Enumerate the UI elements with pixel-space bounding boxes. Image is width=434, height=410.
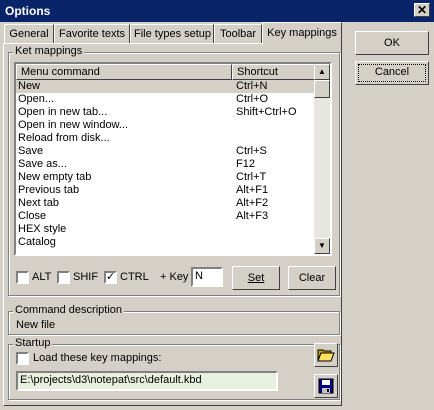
list-item[interactable]: Save as... F12 (16, 158, 316, 171)
set-button-label: Set (247, 272, 265, 284)
shortcut-cell: Ctrl+T (236, 171, 267, 183)
list-item[interactable]: Save Ctrl+S (16, 145, 316, 158)
column-header-shortcut[interactable]: Shortcut (232, 64, 316, 80)
list-item[interactable]: HEX style (16, 223, 316, 236)
mappings-file-path-field[interactable]: E:\projects\d3\notepat\src\default.kbd (16, 371, 278, 391)
floppy-disk-icon (318, 378, 334, 394)
command-cell: Reload from disk... (18, 132, 110, 144)
list-item[interactable]: Reload from disk... (16, 132, 316, 145)
list-item[interactable]: Previous tab Alt+F1 (16, 184, 316, 197)
shortcut-cell: Alt+F1 (236, 184, 269, 196)
open-file-button[interactable] (314, 343, 338, 367)
set-button[interactable]: Set (232, 266, 280, 290)
list-item[interactable]: Close Alt+F3 (16, 210, 316, 223)
tab-file-types-setup[interactable]: File types setup (130, 24, 214, 44)
command-cell: Open... (18, 93, 55, 105)
list-item[interactable]: New empty tab Ctrl+T (16, 171, 316, 184)
shortcut-cell: Alt+F2 (236, 197, 269, 209)
scroll-thumb[interactable] (314, 80, 330, 98)
alt-label: ALT (32, 271, 52, 283)
command-description-text: New file (16, 319, 56, 331)
clear-button[interactable]: Clear (288, 266, 336, 290)
shift-checkbox[interactable] (57, 271, 70, 284)
shortcut-cell: F12 (236, 158, 255, 170)
command-cell: Open in new tab... (18, 106, 108, 118)
folder-open-icon (317, 349, 335, 362)
ok-button[interactable]: OK (355, 31, 429, 55)
scroll-down-button[interactable]: ▼ (314, 238, 330, 254)
alt-checkbox[interactable] (16, 271, 29, 284)
window-title: Options (5, 4, 51, 18)
key-mappings-list[interactable]: Menu command Shortcut New Ctrl+N Open... C… (14, 62, 332, 256)
list-item[interactable]: Open... Ctrl+O (16, 93, 316, 106)
shortcut-cell: Ctrl+O (236, 93, 269, 105)
startup-group-label: Startup (13, 337, 53, 349)
command-cell: Catalog (18, 236, 56, 248)
list-item[interactable]: Open in new tab... Shift+Ctrl+O (16, 106, 316, 119)
shift-label: SHIF (73, 271, 99, 283)
scroll-up-button[interactable]: ▲ (314, 64, 330, 80)
command-cell: Save (18, 145, 44, 157)
cancel-button[interactable]: Cancel (355, 61, 429, 85)
list-header: Menu command Shortcut (16, 64, 316, 80)
shortcut-cell: Ctrl+S (236, 145, 267, 157)
list-scrollbar[interactable]: ▲ ▼ (314, 64, 330, 254)
close-button[interactable]: ✕ (414, 3, 430, 17)
list-item[interactable]: Open in new window... (16, 119, 316, 132)
title-bar: Options ✕ (0, 0, 434, 22)
shortcut-cell: Shift+Ctrl+O (236, 106, 297, 118)
command-cell: New empty tab (18, 171, 92, 183)
list-item[interactable]: Catalog (16, 236, 316, 249)
save-mappings-button[interactable] (314, 374, 338, 398)
load-mappings-checkbox[interactable] (16, 352, 29, 365)
load-mappings-label: Load these key mappings: (33, 352, 162, 364)
tab-key-mappings[interactable]: Key mappings (262, 22, 342, 45)
ctrl-label: CTRL (120, 271, 149, 283)
tab-general[interactable]: General (4, 24, 54, 44)
list-item[interactable]: New Ctrl+N (16, 80, 316, 93)
key-mappings-group-label: Ket mappings (13, 45, 85, 57)
column-header-menu-command[interactable]: Menu command (16, 64, 232, 80)
ctrl-checkbox[interactable]: ✓ (104, 271, 117, 284)
command-cell: Next tab (18, 197, 59, 209)
command-cell: Open in new window... (18, 119, 129, 131)
command-cell: New (18, 80, 41, 92)
command-cell: Save as... (18, 158, 67, 170)
shortcut-cell: Alt+F3 (236, 210, 269, 222)
command-cell: Previous tab (18, 184, 80, 196)
key-input[interactable]: N (191, 267, 223, 287)
command-cell: Close (18, 210, 47, 222)
tab-favorite-texts[interactable]: Favorite texts (54, 24, 130, 44)
list-item[interactable]: Next tab Alt+F2 (16, 197, 316, 210)
tab-toolbar[interactable]: Toolbar (214, 24, 262, 44)
shortcut-cell: Ctrl+N (236, 80, 268, 92)
command-cell: HEX style (18, 223, 67, 235)
key-label: + Key (160, 271, 189, 283)
command-description-label: Command description (13, 304, 124, 316)
